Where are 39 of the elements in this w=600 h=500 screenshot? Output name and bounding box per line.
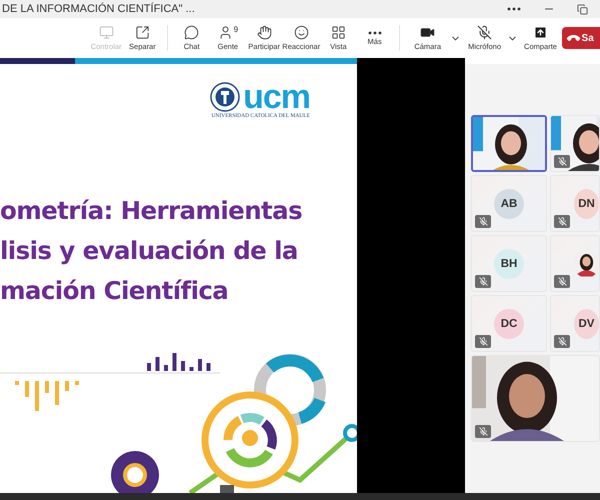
initials-avatar: AB: [494, 188, 524, 218]
more-icon: [368, 30, 382, 34]
pop-out-icon: [134, 25, 150, 40]
hand-icon: [256, 25, 272, 40]
share-icon: [533, 25, 548, 40]
initials-avatar: DN: [574, 188, 599, 218]
participant-tile[interactable]: DV: [550, 295, 600, 352]
slide-title: mación Científica: [0, 275, 230, 307]
leave-button[interactable]: Sa: [562, 27, 600, 49]
muted-mic-icon: [554, 215, 570, 228]
participant-tile[interactable]: AB: [471, 175, 547, 232]
muted-mic-icon: [554, 275, 570, 288]
initials-avatar: DC: [494, 308, 524, 338]
initials-avatar: BH: [494, 248, 524, 278]
smile-icon: [294, 25, 309, 40]
initials-avatar: DV: [574, 308, 599, 338]
more-icon[interactable]: [507, 7, 521, 11]
participant-tile[interactable]: BH: [471, 235, 547, 292]
person-icon: [218, 25, 233, 40]
slide-title: lisis y evaluación de la: [0, 235, 299, 267]
slide-title: ometría: Herramientas: [0, 195, 304, 227]
muted-mic-icon: [554, 335, 570, 348]
chat-icon: [184, 25, 200, 40]
participant-tile[interactable]: [471, 115, 547, 172]
muted-mic-icon: [475, 425, 491, 438]
logo-text: ucm: [243, 83, 310, 111]
muted-mic-icon: [554, 155, 570, 168]
participant-tile[interactable]: DC: [471, 295, 547, 352]
participant-tile[interactable]: DN: [550, 175, 600, 232]
people-count: 9: [234, 25, 238, 34]
muted-mic-icon: [477, 25, 492, 40]
muted-mic-icon: [475, 335, 491, 348]
grid-icon: [330, 25, 346, 40]
restore-icon[interactable]: [577, 4, 588, 14]
window-title: DE LA INFORMACIÓN CIENTÍFICA" ...: [2, 3, 195, 15]
screen-icon: [98, 25, 114, 40]
muted-mic-icon: [475, 215, 491, 228]
seal-icon: [210, 82, 240, 112]
muted-mic-icon: [475, 275, 491, 288]
